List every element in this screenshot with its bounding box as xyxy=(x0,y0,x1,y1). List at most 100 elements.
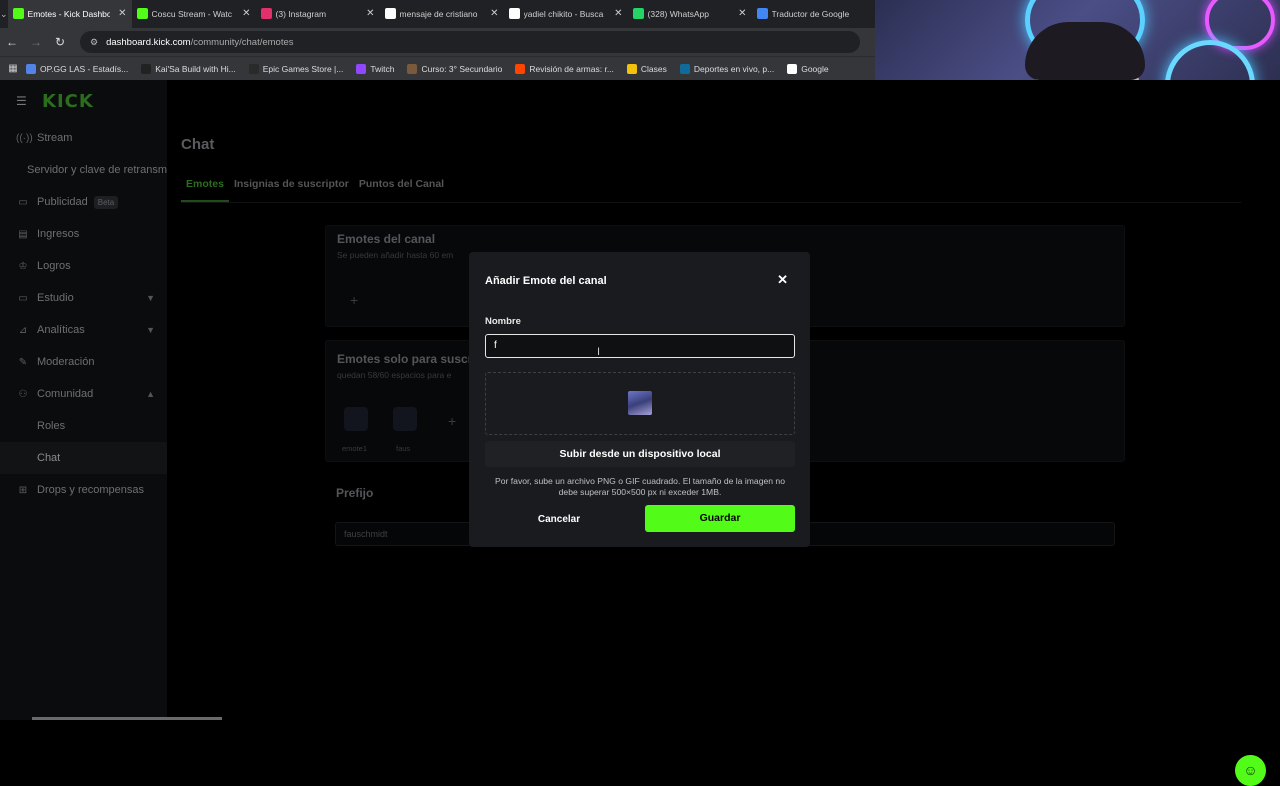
browser-tab[interactable]: (3) Instagram ✕ xyxy=(256,0,380,28)
browser-tab-label: Emotes - Kick Dashbo xyxy=(27,9,110,19)
emote-thumbnail[interactable] xyxy=(344,407,368,431)
reload-icon[interactable]: ↻ xyxy=(48,35,72,49)
sidebar-item-moderacion[interactable]: ✎ Moderación xyxy=(0,346,167,378)
bookmark-favicon-icon xyxy=(679,63,690,74)
bookmark-favicon-icon xyxy=(407,63,418,74)
save-button[interactable]: Guardar xyxy=(645,505,795,532)
prefix-title: Prefijo xyxy=(336,486,374,500)
close-tab-icon[interactable]: ✕ xyxy=(242,8,250,19)
close-tab-icon[interactable]: ✕ xyxy=(490,8,498,19)
gift-icon: ⊞ xyxy=(18,484,28,496)
emote-label: faus xyxy=(396,444,411,453)
name-input[interactable]: f xyxy=(485,334,795,358)
sidebar-item-label: Roles xyxy=(37,420,66,432)
emote-label: emote1 xyxy=(342,444,368,453)
sidebar-item-ingresos[interactable]: ▤ Ingresos xyxy=(0,218,167,250)
kick-logo[interactable]: KICK xyxy=(42,91,94,112)
sidebar-item-publicidad[interactable]: ▭ Publicidad Beta xyxy=(0,186,167,218)
sub-emotes-subtitle: quedan 58/60 espacios para e xyxy=(337,370,452,380)
apps-grid-icon[interactable]: ▦ xyxy=(0,63,26,74)
url-field[interactable]: ⚙ dashboard.kick.com/community/chat/emot… xyxy=(80,31,860,53)
bookmark-item[interactable]: Google xyxy=(787,63,829,74)
emote-thumbnail[interactable] xyxy=(393,407,417,431)
kick-icon xyxy=(12,8,24,19)
tab-insignias[interactable]: Insignias de suscriptor xyxy=(229,178,354,202)
url-host: dashboard.kick.com xyxy=(106,36,191,48)
close-tab-icon[interactable]: ✕ xyxy=(738,8,746,19)
browser-tab[interactable]: Coscu Stream - Watc ✕ xyxy=(132,0,256,28)
bookmark-favicon-icon xyxy=(141,63,152,74)
chevron-up-icon[interactable]: ▲ xyxy=(146,389,155,399)
tabs-divider xyxy=(181,202,1241,203)
emote-preview-image xyxy=(628,391,652,415)
back-arrow-icon[interactable]: ← xyxy=(0,35,24,49)
add-emote-modal: Añadir Emote del canal ✕ Nombre f Subir … xyxy=(469,252,810,547)
emote-dropzone[interactable] xyxy=(485,372,795,435)
cancel-button[interactable]: Cancelar xyxy=(519,507,599,532)
browser-tab[interactable]: (328) WhatsApp ✕ xyxy=(628,0,752,28)
instagram-icon xyxy=(260,8,272,19)
bookmark-favicon-icon xyxy=(515,63,526,74)
sidebar-item-logros[interactable]: ♔ Logros xyxy=(0,250,167,282)
channel-emotes-title: Emotes del canal xyxy=(337,232,436,246)
sidebar-item-label: Estudio xyxy=(37,292,74,304)
browser-tab[interactable]: yadiel chikito - Busca ✕ xyxy=(504,0,628,28)
sidebar-item-servidor[interactable]: Servidor y clave de retransm xyxy=(0,154,167,186)
bookmark-item[interactable]: OP.GG LAS - Estadís... xyxy=(26,63,129,74)
browser-tab[interactable]: mensaje de cristiano ✕ xyxy=(380,0,504,28)
bookmark-item[interactable]: Curso: 3° Secundario xyxy=(407,63,502,74)
broadcast-icon: ((·)) xyxy=(16,132,33,144)
bookmark-label: Revisión de armas: r... xyxy=(529,63,614,74)
browser-address-bar: ← → ↻ ⚙ dashboard.kick.com/community/cha… xyxy=(0,28,875,56)
browser-tab[interactable]: Emotes - Kick Dashbo ✕ xyxy=(7,0,132,28)
upload-local-button[interactable]: Subir desde un dispositivo local xyxy=(485,441,795,467)
upload-help-text: Por favor, sube un archivo PNG o GIF cua… xyxy=(495,476,785,497)
bookmark-label: Twitch xyxy=(370,63,395,74)
add-channel-emote-icon[interactable]: + xyxy=(350,292,358,308)
translate-icon xyxy=(756,8,768,19)
trophy-icon: ♔ xyxy=(18,260,28,272)
bookmark-item[interactable]: Epic Games Store |... xyxy=(248,63,344,74)
tab-search-chevron-icon[interactable]: ⌄ xyxy=(0,9,8,20)
close-icon[interactable]: ✕ xyxy=(777,272,788,288)
tab-emotes[interactable]: Emotes xyxy=(181,178,229,202)
bookmark-favicon-icon xyxy=(248,63,259,74)
tab-puntos[interactable]: Puntos del Canal xyxy=(354,178,449,202)
sidebar-item-stream[interactable]: ((·)) Stream xyxy=(0,122,167,154)
menu-icon[interactable]: ☰ xyxy=(16,94,36,108)
close-tab-icon[interactable]: ✕ xyxy=(366,8,374,19)
sub-emotes-title: Emotes solo para suscr xyxy=(337,352,473,366)
chevron-down-icon[interactable]: ▼ xyxy=(146,293,155,303)
browser-tab[interactable]: Traductor de Google xyxy=(752,0,876,28)
megaphone-icon: ▭ xyxy=(18,196,28,208)
support-chat-icon[interactable]: ☺ xyxy=(1235,755,1266,786)
add-sub-emote-icon[interactable]: + xyxy=(448,413,456,429)
close-tab-icon[interactable]: ✕ xyxy=(614,8,622,19)
modal-title: Añadir Emote del canal xyxy=(485,275,607,287)
bookmark-item[interactable]: Twitch xyxy=(356,63,395,74)
sidebar-item-comunidad[interactable]: ⚇ Comunidad ▲ xyxy=(0,378,167,410)
browser-tab-label: mensaje de cristiano xyxy=(399,9,478,19)
bookmark-item[interactable]: Kai'Sa Build with Hi... xyxy=(141,63,236,74)
sidebar-item-estudio[interactable]: ▭ Estudio ▼ xyxy=(0,282,167,314)
sidebar-item-roles[interactable]: Roles xyxy=(0,410,167,442)
bookmark-label: Clases xyxy=(640,63,667,74)
page-title: Chat xyxy=(181,136,215,153)
bookmark-label: Google xyxy=(801,63,829,74)
bookmark-item[interactable]: Clases xyxy=(626,63,667,74)
bookmark-label: Epic Games Store |... xyxy=(262,63,344,74)
sidebar-item-chat[interactable]: Chat xyxy=(0,442,167,474)
bookmark-label: Kai'Sa Build with Hi... xyxy=(155,63,236,74)
bookmarks-bar: ▦ OP.GG LAS - Estadís... Kai'Sa Build wit… xyxy=(0,56,875,80)
beta-badge: Beta xyxy=(93,195,119,209)
chart-icon: ⊿ xyxy=(18,324,28,336)
forward-arrow-icon[interactable]: → xyxy=(24,35,48,49)
bookmark-item[interactable]: Revisión de armas: r... xyxy=(515,63,614,74)
close-tab-icon[interactable]: ✕ xyxy=(118,8,126,19)
sidebar-item-analiticas[interactable]: ⊿ Analíticas ▼ xyxy=(0,314,167,346)
bookmark-label: OP.GG LAS - Estadís... xyxy=(40,63,129,74)
site-settings-icon[interactable]: ⚙ xyxy=(90,37,98,48)
sidebar-item-drops[interactable]: ⊞ Drops y recompensas xyxy=(0,474,167,506)
bookmark-item[interactable]: Deportes en vivo, p... xyxy=(679,63,774,74)
chevron-down-icon[interactable]: ▼ xyxy=(146,325,155,335)
